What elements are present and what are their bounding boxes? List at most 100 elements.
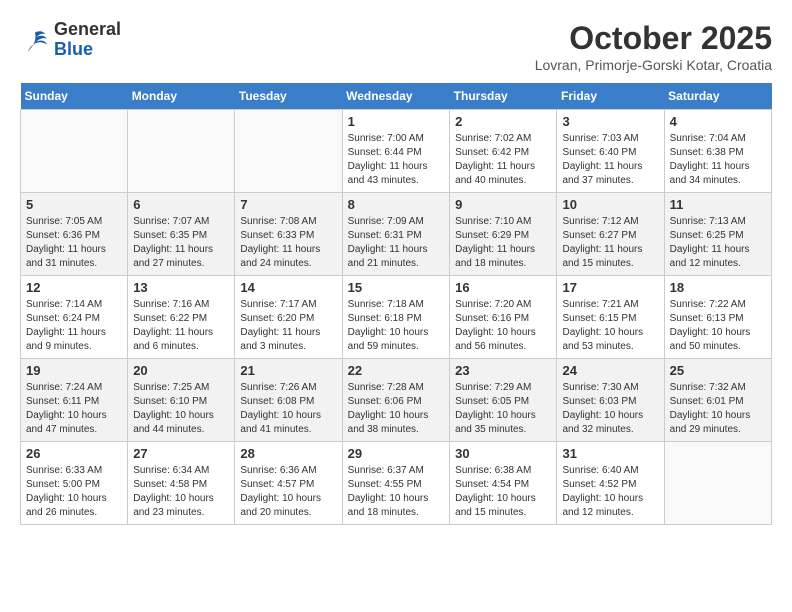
day-info: Sunrise: 7:30 AM Sunset: 6:03 PM Dayligh… (562, 381, 658, 437)
day-info: Sunrise: 7:26 AM Sunset: 6:08 PM Dayligh… (240, 381, 336, 437)
calendar-cell: 13 Sunrise: 7:16 AM Sunset: 6:22 PM Dayli… (128, 276, 235, 359)
day-info: Sunrise: 7:05 AM Sunset: 6:36 PM Dayligh… (26, 215, 122, 271)
calendar-cell: 3 Sunrise: 7:03 AM Sunset: 6:40 PM Daylig… (557, 110, 664, 193)
day-number: 25 (670, 363, 766, 378)
calendar-cell: 2 Sunrise: 7:02 AM Sunset: 6:42 PM Daylig… (450, 110, 557, 193)
calendar-cell: 31 Sunrise: 6:40 AM Sunset: 4:52 PM Dayli… (557, 442, 664, 525)
day-info: Sunrise: 6:36 AM Sunset: 4:57 PM Dayligh… (240, 464, 336, 520)
day-info: Sunrise: 7:07 AM Sunset: 6:35 PM Dayligh… (133, 215, 229, 271)
header-day-sunday: Sunday (21, 83, 128, 110)
day-info: Sunrise: 7:13 AM Sunset: 6:25 PM Dayligh… (670, 215, 766, 271)
calendar-cell: 7Sunrise: 7:08 AM Sunset: 6:33 PM Daylig… (235, 193, 342, 276)
calendar-cell: 8Sunrise: 7:09 AM Sunset: 6:31 PM Daylig… (342, 193, 450, 276)
day-number: 23 (455, 363, 551, 378)
title-block: October 2025 Lovran, Primorje-Gorski Kot… (535, 20, 772, 73)
day-info: Sunrise: 7:02 AM Sunset: 6:42 PM Dayligh… (455, 132, 551, 188)
day-info: Sunrise: 6:33 AM Sunset: 5:00 PM Dayligh… (26, 464, 122, 520)
day-number: 22 (348, 363, 445, 378)
calendar-week-row: 1 Sunrise: 7:00 AM Sunset: 6:44 PM Daylig… (21, 110, 772, 193)
calendar-table: SundayMondayTuesdayWednesdayThursdayFrid… (20, 83, 772, 525)
logo: General Blue (20, 20, 121, 60)
calendar-week-row: 19 Sunrise: 7:24 AM Sunset: 6:11 PM Dayli… (21, 359, 772, 442)
day-info: Sunrise: 7:17 AM Sunset: 6:20 PM Dayligh… (240, 298, 336, 354)
calendar-cell: 12Sunrise: 7:14 AM Sunset: 6:24 PM Dayli… (21, 276, 128, 359)
calendar-week-row: 26 Sunrise: 6:33 AM Sunset: 5:00 PM Dayli… (21, 442, 772, 525)
header-day-friday: Friday (557, 83, 664, 110)
day-number: 28 (240, 446, 336, 461)
day-info: Sunrise: 6:38 AM Sunset: 4:54 PM Dayligh… (455, 464, 551, 520)
day-info: Sunrise: 7:28 AM Sunset: 6:06 PM Dayligh… (348, 381, 445, 437)
calendar-cell: 23 Sunrise: 7:29 AM Sunset: 6:05 PM Dayli… (450, 359, 557, 442)
day-number: 5 (26, 197, 122, 212)
day-number: 3 (562, 114, 658, 129)
header-row: SundayMondayTuesdayWednesdayThursdayFrid… (21, 83, 772, 110)
day-info: Sunrise: 7:18 AM Sunset: 6:18 PM Dayligh… (348, 298, 445, 354)
day-info: Sunrise: 7:10 AM Sunset: 6:29 PM Dayligh… (455, 215, 551, 271)
calendar-cell: 1 Sunrise: 7:00 AM Sunset: 6:44 PM Daylig… (342, 110, 450, 193)
day-number: 2 (455, 114, 551, 129)
day-number: 13 (133, 280, 229, 295)
calendar-cell: 28 Sunrise: 6:36 AM Sunset: 4:57 PM Dayli… (235, 442, 342, 525)
day-info: Sunrise: 7:08 AM Sunset: 6:33 PM Dayligh… (240, 215, 336, 271)
day-info: Sunrise: 7:12 AM Sunset: 6:27 PM Dayligh… (562, 215, 658, 271)
day-info: Sunrise: 7:24 AM Sunset: 6:11 PM Dayligh… (26, 381, 122, 437)
logo-text: General Blue (54, 20, 121, 60)
day-number: 20 (133, 363, 229, 378)
calendar-cell: 24 Sunrise: 7:30 AM Sunset: 6:03 PM Dayli… (557, 359, 664, 442)
calendar-cell: 21 Sunrise: 7:26 AM Sunset: 6:08 PM Dayli… (235, 359, 342, 442)
calendar-cell: 9 Sunrise: 7:10 AM Sunset: 6:29 PM Daylig… (450, 193, 557, 276)
day-number: 18 (670, 280, 766, 295)
day-number: 26 (26, 446, 122, 461)
calendar-cell: 6 Sunrise: 7:07 AM Sunset: 6:35 PM Daylig… (128, 193, 235, 276)
day-info: Sunrise: 7:16 AM Sunset: 6:22 PM Dayligh… (133, 298, 229, 354)
day-info: Sunrise: 7:22 AM Sunset: 6:13 PM Dayligh… (670, 298, 766, 354)
calendar-cell: 5 Sunrise: 7:05 AM Sunset: 6:36 PM Daylig… (21, 193, 128, 276)
calendar-cell: 18 Sunrise: 7:22 AM Sunset: 6:13 PM Dayli… (664, 276, 771, 359)
day-info: Sunrise: 7:09 AM Sunset: 6:31 PM Dayligh… (348, 215, 445, 271)
day-number: 10 (562, 197, 658, 212)
calendar-cell (235, 110, 342, 193)
day-number: 6 (133, 197, 229, 212)
calendar-cell: 29 Sunrise: 6:37 AM Sunset: 4:55 PM Dayli… (342, 442, 450, 525)
header-day-thursday: Thursday (450, 83, 557, 110)
calendar-cell (128, 110, 235, 193)
day-number: 29 (348, 446, 445, 461)
calendar-cell: 27Sunrise: 6:34 AM Sunset: 4:58 PM Dayli… (128, 442, 235, 525)
day-number: 4 (670, 114, 766, 129)
day-number: 27 (133, 446, 229, 461)
calendar-cell: 15Sunrise: 7:18 AM Sunset: 6:18 PM Dayli… (342, 276, 450, 359)
day-number: 1 (348, 114, 445, 129)
logo-icon (20, 25, 50, 55)
day-number: 11 (670, 197, 766, 212)
day-info: Sunrise: 7:29 AM Sunset: 6:05 PM Dayligh… (455, 381, 551, 437)
day-info: Sunrise: 7:20 AM Sunset: 6:16 PM Dayligh… (455, 298, 551, 354)
day-number: 31 (562, 446, 658, 461)
page-header: General Blue October 2025 Lovran, Primor… (20, 20, 772, 73)
day-number: 21 (240, 363, 336, 378)
calendar-cell: 4Sunrise: 7:04 AM Sunset: 6:38 PM Daylig… (664, 110, 771, 193)
calendar-cell: 17 Sunrise: 7:21 AM Sunset: 6:15 PM Dayli… (557, 276, 664, 359)
calendar-cell: 16 Sunrise: 7:20 AM Sunset: 6:16 PM Dayli… (450, 276, 557, 359)
day-number: 16 (455, 280, 551, 295)
calendar-cell: 26 Sunrise: 6:33 AM Sunset: 5:00 PM Dayli… (21, 442, 128, 525)
header-day-wednesday: Wednesday (342, 83, 450, 110)
calendar-cell: 20Sunrise: 7:25 AM Sunset: 6:10 PM Dayli… (128, 359, 235, 442)
calendar-week-row: 5 Sunrise: 7:05 AM Sunset: 6:36 PM Daylig… (21, 193, 772, 276)
day-info: Sunrise: 6:37 AM Sunset: 4:55 PM Dayligh… (348, 464, 445, 520)
calendar-cell (21, 110, 128, 193)
day-number: 12 (26, 280, 122, 295)
day-number: 24 (562, 363, 658, 378)
day-number: 19 (26, 363, 122, 378)
calendar-cell: 14 Sunrise: 7:17 AM Sunset: 6:20 PM Dayli… (235, 276, 342, 359)
day-info: Sunrise: 7:21 AM Sunset: 6:15 PM Dayligh… (562, 298, 658, 354)
day-number: 14 (240, 280, 336, 295)
day-info: Sunrise: 7:03 AM Sunset: 6:40 PM Dayligh… (562, 132, 658, 188)
calendar-week-row: 12Sunrise: 7:14 AM Sunset: 6:24 PM Dayli… (21, 276, 772, 359)
day-info: Sunrise: 6:40 AM Sunset: 4:52 PM Dayligh… (562, 464, 658, 520)
calendar-cell: 25Sunrise: 7:32 AM Sunset: 6:01 PM Dayli… (664, 359, 771, 442)
calendar-body: 1 Sunrise: 7:00 AM Sunset: 6:44 PM Daylig… (21, 110, 772, 525)
day-number: 9 (455, 197, 551, 212)
header-day-tuesday: Tuesday (235, 83, 342, 110)
day-info: Sunrise: 7:00 AM Sunset: 6:44 PM Dayligh… (348, 132, 445, 188)
day-number: 17 (562, 280, 658, 295)
